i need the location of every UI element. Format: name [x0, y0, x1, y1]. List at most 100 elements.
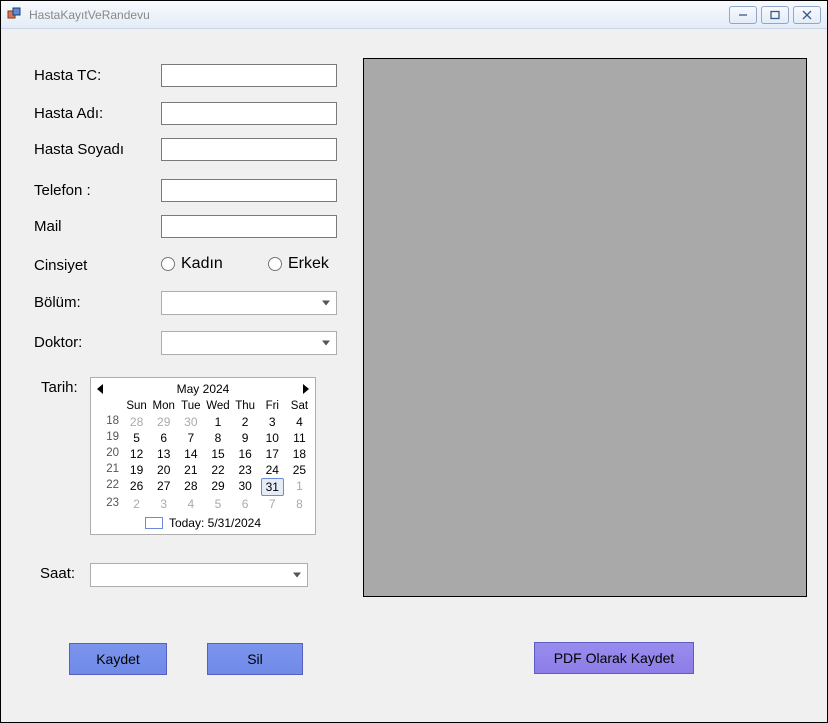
hasta-soyadi-input[interactable]: [161, 138, 337, 161]
window-buttons: [729, 6, 821, 24]
calendar-week-number: 23: [93, 496, 123, 512]
calendar-today-link[interactable]: Today: 5/31/2024: [91, 512, 315, 530]
calendar-day[interactable]: 22: [204, 462, 231, 478]
calendar-day[interactable]: 27: [150, 478, 177, 496]
calendar-day[interactable]: 5: [204, 496, 231, 512]
doktor-select[interactable]: [161, 331, 337, 355]
calendar-day[interactable]: 19: [123, 462, 150, 478]
calendar-week-number: 20: [93, 446, 123, 462]
mail-input[interactable]: [161, 215, 337, 238]
hasta-tc-label: Hasta TC:: [34, 67, 101, 84]
calendar-day[interactable]: 3: [150, 496, 177, 512]
date-picker[interactable]: May 2024 SunMonTueWedThuFriSat1828293012…: [90, 377, 316, 535]
calendar-day[interactable]: 17: [259, 446, 286, 462]
close-button[interactable]: [793, 6, 821, 24]
calendar-week-number: 21: [93, 462, 123, 478]
window-frame: HastaKayıtVeRandevu Hasta TC: Hasta Adı:…: [0, 0, 828, 723]
calendar-week-number: 22: [93, 478, 123, 496]
saat-select[interactable]: [90, 563, 308, 587]
calendar-dow: Sun: [123, 398, 150, 414]
calendar-day[interactable]: 7: [259, 496, 286, 512]
hasta-soyadi-label: Hasta Soyadı: [34, 141, 124, 158]
erkek-radio-input[interactable]: [268, 257, 282, 271]
minimize-button[interactable]: [729, 6, 757, 24]
calendar-day[interactable]: 13: [150, 446, 177, 462]
calendar-day[interactable]: 26: [123, 478, 150, 496]
kadin-radio-label: Kadın: [181, 255, 223, 273]
window-title: HastaKayıtVeRandevu: [29, 8, 729, 22]
calendar-day[interactable]: 11: [286, 430, 313, 446]
calendar-day[interactable]: 28: [177, 478, 204, 496]
calendar-day[interactable]: 4: [286, 414, 313, 430]
data-grid-panel[interactable]: [363, 58, 807, 597]
today-indicator-icon: [145, 517, 163, 529]
calendar-day[interactable]: 21: [177, 462, 204, 478]
title-bar: HastaKayıtVeRandevu: [1, 1, 827, 29]
calendar-day[interactable]: 29: [150, 414, 177, 430]
calendar-day[interactable]: 20: [150, 462, 177, 478]
calendar-day[interactable]: 16: [232, 446, 259, 462]
calendar-day[interactable]: 30: [232, 478, 259, 496]
telefon-label: Telefon :: [34, 182, 91, 199]
tarih-label: Tarih:: [41, 379, 78, 396]
calendar-dow: Sat: [286, 398, 313, 414]
hasta-adi-input[interactable]: [161, 102, 337, 125]
calendar-next-button[interactable]: [303, 384, 309, 394]
calendar-day[interactable]: 5: [123, 430, 150, 446]
cinsiyet-erkek-radio[interactable]: Erkek: [268, 255, 329, 273]
bolum-label: Bölüm:: [34, 294, 81, 311]
hasta-tc-input[interactable]: [161, 64, 337, 87]
erkek-radio-label: Erkek: [288, 255, 329, 273]
calendar-day[interactable]: 29: [204, 478, 231, 496]
bolum-select[interactable]: [161, 291, 337, 315]
calendar-day[interactable]: 2: [123, 496, 150, 512]
calendar-dow: Fri: [259, 398, 286, 414]
calendar-week-number: 19: [93, 430, 123, 446]
calendar-week-number: 18: [93, 414, 123, 430]
calendar-day[interactable]: 14: [177, 446, 204, 462]
app-icon: [7, 7, 23, 23]
calendar-day[interactable]: 24: [259, 462, 286, 478]
calendar-day[interactable]: 25: [286, 462, 313, 478]
kadin-radio-input[interactable]: [161, 257, 175, 271]
calendar-day[interactable]: 28: [123, 414, 150, 430]
calendar-day[interactable]: 8: [286, 496, 313, 512]
calendar-day[interactable]: 12: [123, 446, 150, 462]
sil-button[interactable]: Sil: [207, 643, 303, 675]
calendar-day[interactable]: 31: [261, 478, 284, 496]
telefon-input[interactable]: [161, 179, 337, 202]
pdf-kaydet-button[interactable]: PDF Olarak Kaydet: [534, 642, 694, 674]
calendar-day[interactable]: 8: [204, 430, 231, 446]
client-area: Hasta TC: Hasta Adı: Hasta Soyadı Telefo…: [1, 29, 827, 722]
calendar-day[interactable]: 10: [259, 430, 286, 446]
calendar-day[interactable]: 23: [232, 462, 259, 478]
maximize-button[interactable]: [761, 6, 789, 24]
calendar-day[interactable]: 18: [286, 446, 313, 462]
mail-label: Mail: [34, 218, 62, 235]
hasta-adi-label: Hasta Adı:: [34, 105, 103, 122]
calendar-day[interactable]: 7: [177, 430, 204, 446]
cinsiyet-label: Cinsiyet: [34, 257, 87, 274]
calendar-dow: Thu: [232, 398, 259, 414]
saat-label: Saat:: [40, 565, 75, 582]
calendar-title: May 2024: [177, 382, 230, 396]
calendar-prev-button[interactable]: [97, 384, 103, 394]
calendar-day[interactable]: 15: [204, 446, 231, 462]
calendar-day[interactable]: 9: [232, 430, 259, 446]
kaydet-button[interactable]: Kaydet: [69, 643, 167, 675]
calendar-day[interactable]: 3: [259, 414, 286, 430]
calendar-day[interactable]: 2: [232, 414, 259, 430]
chevron-down-icon: [322, 301, 330, 306]
calendar-day[interactable]: 6: [232, 496, 259, 512]
calendar-day[interactable]: 1: [286, 478, 313, 496]
calendar-day[interactable]: 1: [204, 414, 231, 430]
calendar-day[interactable]: 30: [177, 414, 204, 430]
calendar-dow: Wed: [204, 398, 231, 414]
calendar-dow: Mon: [150, 398, 177, 414]
calendar-dow: Tue: [177, 398, 204, 414]
chevron-down-icon: [322, 341, 330, 346]
calendar-day[interactable]: 6: [150, 430, 177, 446]
calendar-day[interactable]: 4: [177, 496, 204, 512]
doktor-label: Doktor:: [34, 334, 82, 351]
cinsiyet-kadin-radio[interactable]: Kadın: [161, 255, 223, 273]
